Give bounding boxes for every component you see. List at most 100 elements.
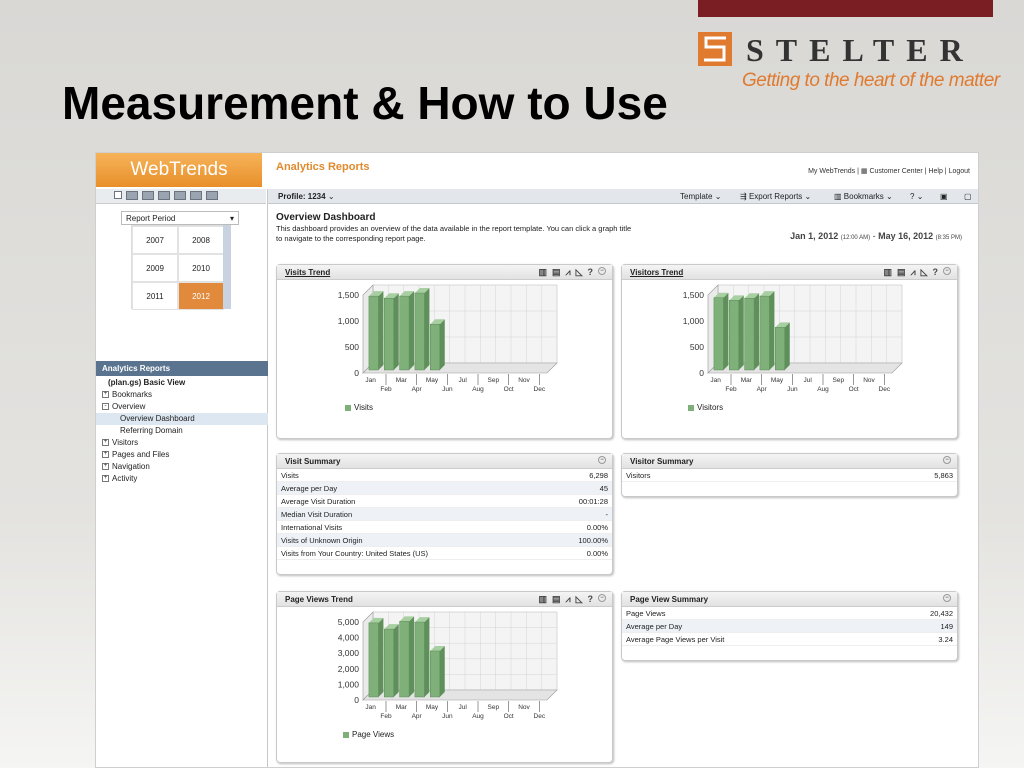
year-grid: 2007 2008 2009 2010 2011 2012 — [131, 225, 224, 310]
bar-side — [769, 291, 775, 370]
x-tick-label: Jan — [365, 377, 376, 384]
bar — [744, 297, 755, 371]
expand-icon[interactable]: + — [102, 391, 109, 399]
report-period-select[interactable]: Report Period ▾ — [121, 211, 239, 225]
visit-summary-table: Visits 6,298 Average per Day 45 Average Visi… — [277, 469, 612, 560]
x-tick-label: Mar — [741, 377, 753, 384]
year-2009[interactable]: 2009 — [132, 254, 178, 282]
nav-item[interactable]: + Visitors — [96, 437, 268, 449]
x-tick-label: Jul — [459, 377, 468, 384]
line-chart-icon[interactable]: ⩘ — [566, 594, 571, 605]
legend-visits: Visits — [345, 403, 373, 412]
bar — [383, 628, 395, 698]
nav-item[interactable]: Overview Dashboard — [96, 413, 268, 425]
x-tick-label: Nov — [518, 704, 530, 711]
export-reports-button[interactable]: ⇶ Export Reports ⌄ — [740, 192, 811, 201]
collapse-icon[interactable] — [114, 191, 122, 199]
y-tick-label: 0 — [354, 368, 359, 378]
year-2007[interactable]: 2007 — [132, 226, 178, 254]
expand-icon[interactable]: + — [102, 463, 109, 471]
expand-icon[interactable]: + — [102, 451, 109, 459]
nav-item[interactable]: Referring Domain — [96, 425, 268, 437]
y-tick-label: 500 — [345, 342, 359, 352]
area-chart-icon[interactable]: ◺ — [576, 594, 583, 605]
nav-item[interactable]: (plan.gs) Basic View — [96, 377, 268, 389]
x-tick-label: Jan — [710, 377, 721, 384]
row-value: - — [605, 510, 609, 519]
year-2012[interactable]: 2012 — [178, 282, 224, 310]
visits-trend-panel: Visits Trend ▥ ▤ ⩘ ◺ ? − 1,500 1,000 500 0 J… — [276, 264, 613, 439]
row-label: Visits — [281, 471, 299, 480]
table-icon[interactable]: ▤ — [897, 267, 906, 278]
slide-title: Measurement & How to Use — [62, 77, 668, 129]
help-button[interactable]: ? ⌄ — [910, 192, 923, 201]
y-tick-label: 0 — [354, 695, 359, 705]
calendar-week-icon[interactable] — [142, 191, 154, 200]
table-icon[interactable]: ▤ — [552, 594, 561, 605]
dropdown-arrow-icon: ▾ — [229, 214, 234, 223]
x-tick-label: Aug — [472, 713, 484, 720]
help-icon[interactable]: ? — [588, 594, 594, 605]
calendar-year-icon[interactable] — [190, 191, 202, 200]
app-title: Analytics Reports — [276, 161, 370, 173]
collapse-icon[interactable]: − — [943, 594, 951, 602]
page-view-summary-panel: Page View Summary − Page Views 20,432 Aver… — [621, 591, 958, 661]
stelter-logo: STELTER Getting to the heart of the matt… — [698, 32, 1000, 94]
expand-icon[interactable]: + — [102, 439, 109, 447]
bookmarks-button[interactable]: ▥ Bookmarks ⌄ — [834, 192, 893, 201]
collapse-icon[interactable]: - — [102, 403, 109, 411]
area-chart-icon[interactable]: ◺ — [576, 267, 583, 278]
grid-icon: ▦ — [860, 168, 868, 175]
table-icon[interactable]: ▤ — [552, 267, 561, 278]
y-tick-label: 2,000 — [338, 664, 360, 674]
bar-chart-icon[interactable]: ▥ — [538, 267, 547, 278]
table-row: Average Page Views per Visit 3.24 — [622, 633, 957, 646]
nav-item[interactable]: + Bookmarks — [96, 389, 268, 401]
link-my-webtrends[interactable]: My WebTrends — [808, 168, 855, 175]
nav-item[interactable]: + Activity — [96, 473, 268, 485]
visits-trend-title[interactable]: Visits Trend — [285, 268, 330, 277]
calendar-day-icon[interactable] — [126, 191, 138, 200]
collapse-icon[interactable]: − — [598, 456, 606, 464]
calendar-month-icon[interactable] — [158, 191, 170, 200]
area-chart-icon[interactable]: ◺ — [921, 267, 928, 278]
link-logout[interactable]: Logout — [949, 168, 970, 175]
link-customer-center[interactable]: Customer Center — [869, 168, 922, 175]
nav-tree: (plan.gs) Basic View + Bookmarks - Overview O… — [96, 377, 268, 485]
date-range[interactable]: Jan 1, 2012 (12:00 AM) - May 16, 2012 (8… — [790, 231, 962, 241]
visitors-trend-title[interactable]: Visitors Trend — [630, 268, 683, 277]
bar-chart-icon[interactable]: ▥ — [538, 594, 547, 605]
y-tick-label: 1,500 — [338, 290, 360, 300]
profile-selector[interactable]: Profile: 1234 ⌄ — [278, 192, 335, 201]
bar — [429, 650, 441, 698]
template-button[interactable]: Template ⌄ — [680, 192, 721, 201]
bar-chart-icon[interactable]: ▥ — [883, 267, 892, 278]
year-scrollbar[interactable] — [223, 225, 231, 309]
visit-summary-title: Visit Summary — [285, 457, 341, 466]
nav-item[interactable]: + Pages and Files — [96, 449, 268, 461]
collapse-icon[interactable]: − — [943, 267, 951, 275]
help-icon[interactable]: ? — [588, 267, 594, 278]
collapse-icon[interactable]: − — [598, 594, 606, 602]
calendar-custom-icon[interactable] — [206, 191, 218, 200]
help-icon[interactable]: ? — [933, 267, 939, 278]
collapse-icon[interactable]: − — [943, 456, 951, 464]
link-help[interactable]: Help — [928, 168, 942, 175]
row-label: Average Visit Duration — [281, 497, 356, 506]
print-icon[interactable]: ▣ — [940, 192, 948, 201]
collapse-icon[interactable]: − — [598, 267, 606, 275]
x-tick-label: Jun — [787, 386, 798, 393]
table-row: Average Visit Duration 00:01:28 — [277, 495, 612, 508]
year-2010[interactable]: 2010 — [178, 254, 224, 282]
page-views-trend-title[interactable]: Page Views Trend — [285, 595, 353, 604]
year-2008[interactable]: 2008 — [178, 226, 224, 254]
expand-icon[interactable]: + — [102, 475, 109, 483]
calendar-quarter-icon[interactable] — [174, 191, 186, 200]
year-2011[interactable]: 2011 — [132, 282, 178, 310]
nav-item[interactable]: - Overview — [96, 401, 268, 413]
nav-item[interactable]: + Navigation — [96, 461, 268, 473]
window-icon[interactable]: ▢ — [964, 192, 972, 201]
visitors-trend-panel: Visitors Trend ▥ ▤ ⩘ ◺ ? − 1,500 1,000 500… — [621, 264, 958, 439]
line-chart-icon[interactable]: ⩘ — [911, 267, 916, 278]
line-chart-icon[interactable]: ⩘ — [566, 267, 571, 278]
